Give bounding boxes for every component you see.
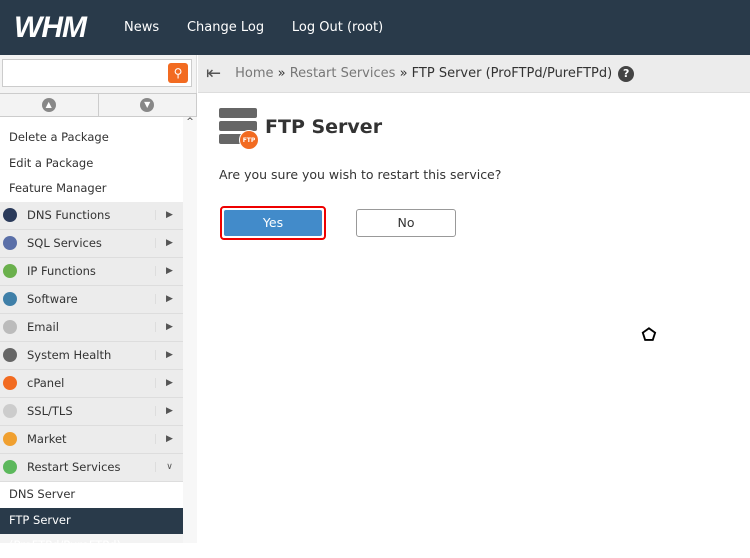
chevron-down-icon: ▼	[140, 98, 155, 112]
category-label: cPanel	[27, 376, 65, 390]
sidebar-item-add-package[interactable]	[0, 117, 183, 125]
top-bar: WHM News Change Log Log Out (root)	[0, 0, 750, 55]
database-icon	[3, 236, 17, 250]
ftp-server-icon: FTP	[219, 108, 259, 150]
nav-news[interactable]: News	[124, 20, 159, 35]
sidebar-category[interactable]: Software ▶	[0, 285, 183, 314]
sidebar-category[interactable]: SSL/TLS ▶	[0, 397, 183, 426]
expand-arrow-icon[interactable]: ▶	[155, 434, 183, 444]
category-label: Software	[27, 292, 78, 306]
expand-arrow-icon[interactable]: ▶	[155, 238, 183, 248]
category-label: SQL Services	[27, 236, 102, 250]
sidebar-category[interactable]: SQL Services ▶	[0, 229, 183, 258]
sidebar-restart-item[interactable]: FTP Server (ProFTPd/PureFTPd)	[0, 507, 183, 552]
chevron-up-icon: ▲	[41, 98, 56, 112]
yes-button[interactable]: Yes	[220, 206, 326, 240]
breadcrumb-home[interactable]: Home	[235, 66, 273, 81]
breadcrumb: ⇤ Home » Restart Services » FTP Server (…	[198, 55, 750, 93]
sidebar-category[interactable]: Email ▶	[0, 313, 183, 342]
category-label: IP Functions	[27, 264, 96, 278]
sidebar-category[interactable]: System Health ▶	[0, 341, 183, 370]
no-button[interactable]: No	[356, 209, 456, 237]
cart-icon	[3, 432, 17, 446]
ftp-badge: FTP	[239, 130, 259, 150]
search-input[interactable]: ⚲	[2, 59, 192, 87]
category-label: Email	[27, 320, 59, 334]
search-icon[interactable]: ⚲	[168, 63, 188, 83]
sidebar-category[interactable]: cPanel ▶	[0, 369, 183, 398]
scroll-up-button[interactable]: ▲	[0, 94, 99, 116]
breadcrumb-separator: »	[399, 66, 408, 81]
expand-arrow-icon[interactable]: ▶	[155, 210, 183, 220]
category-label: Restart Services	[27, 460, 121, 474]
sidebar-category[interactable]: IP Functions ▶	[0, 257, 183, 286]
cpanel-icon	[3, 376, 17, 390]
menu-toggle-icon[interactable]: ⇤	[206, 63, 221, 84]
expand-arrow-icon[interactable]: ▶	[155, 378, 183, 388]
sidebar-subitem[interactable]: Edit a Package	[0, 150, 183, 176]
sidebar-category[interactable]: Restart Services ∨	[0, 453, 183, 482]
sidebar: ⚲ ▲ ▼ Delete a Package Edit a Package Feat…	[0, 55, 197, 552]
ip-icon	[3, 264, 17, 278]
sidebar-subitem[interactable]: Delete a Package	[0, 125, 183, 151]
help-icon[interactable]: ?	[618, 65, 635, 82]
category-label: System Health	[27, 348, 112, 362]
expand-arrow-icon[interactable]: ▶	[155, 294, 183, 304]
dns-icon	[3, 208, 17, 222]
breadcrumb-current: FTP Server (ProFTPd/PureFTPd)	[411, 66, 613, 81]
sidebar-category[interactable]: Market ▶	[0, 425, 183, 454]
page-title: FTP Server	[265, 116, 383, 138]
scroll-down-button[interactable]: ▼	[99, 94, 197, 116]
confirm-question: Are you sure you wish to restart this se…	[219, 167, 502, 182]
breadcrumb-restart-services[interactable]: Restart Services	[290, 66, 396, 81]
mouse-cursor: ⬠	[642, 325, 657, 345]
software-icon	[3, 292, 17, 306]
category-label: Market	[27, 432, 67, 446]
category-label: DNS Functions	[27, 208, 111, 222]
sidebar-subitem[interactable]: Feature Manager	[0, 176, 183, 202]
category-label: SSL/TLS	[27, 404, 73, 418]
yes-label: Yes	[224, 210, 322, 236]
sidebar-category[interactable]: DNS Functions ▶	[0, 201, 183, 230]
expand-arrow-icon[interactable]: ▶	[155, 406, 183, 416]
certificate-icon	[3, 404, 17, 418]
nav-logout[interactable]: Log Out (root)	[292, 20, 383, 35]
gear-icon	[3, 348, 17, 362]
chevron-down-icon[interactable]: ∨	[155, 462, 183, 472]
email-icon	[3, 320, 17, 334]
nav-change-log[interactable]: Change Log	[187, 20, 264, 35]
expand-arrow-icon[interactable]: ▶	[155, 266, 183, 276]
restart-icon	[3, 460, 17, 474]
sidebar-restart-item[interactable]: DNS Server	[0, 481, 183, 508]
breadcrumb-separator: »	[277, 66, 286, 81]
sidebar-scrollbar[interactable]: ^	[183, 117, 197, 543]
whm-logo[interactable]: WHM	[14, 11, 124, 45]
expand-arrow-icon[interactable]: ▶	[155, 350, 183, 360]
expand-arrow-icon[interactable]: ▶	[155, 322, 183, 332]
